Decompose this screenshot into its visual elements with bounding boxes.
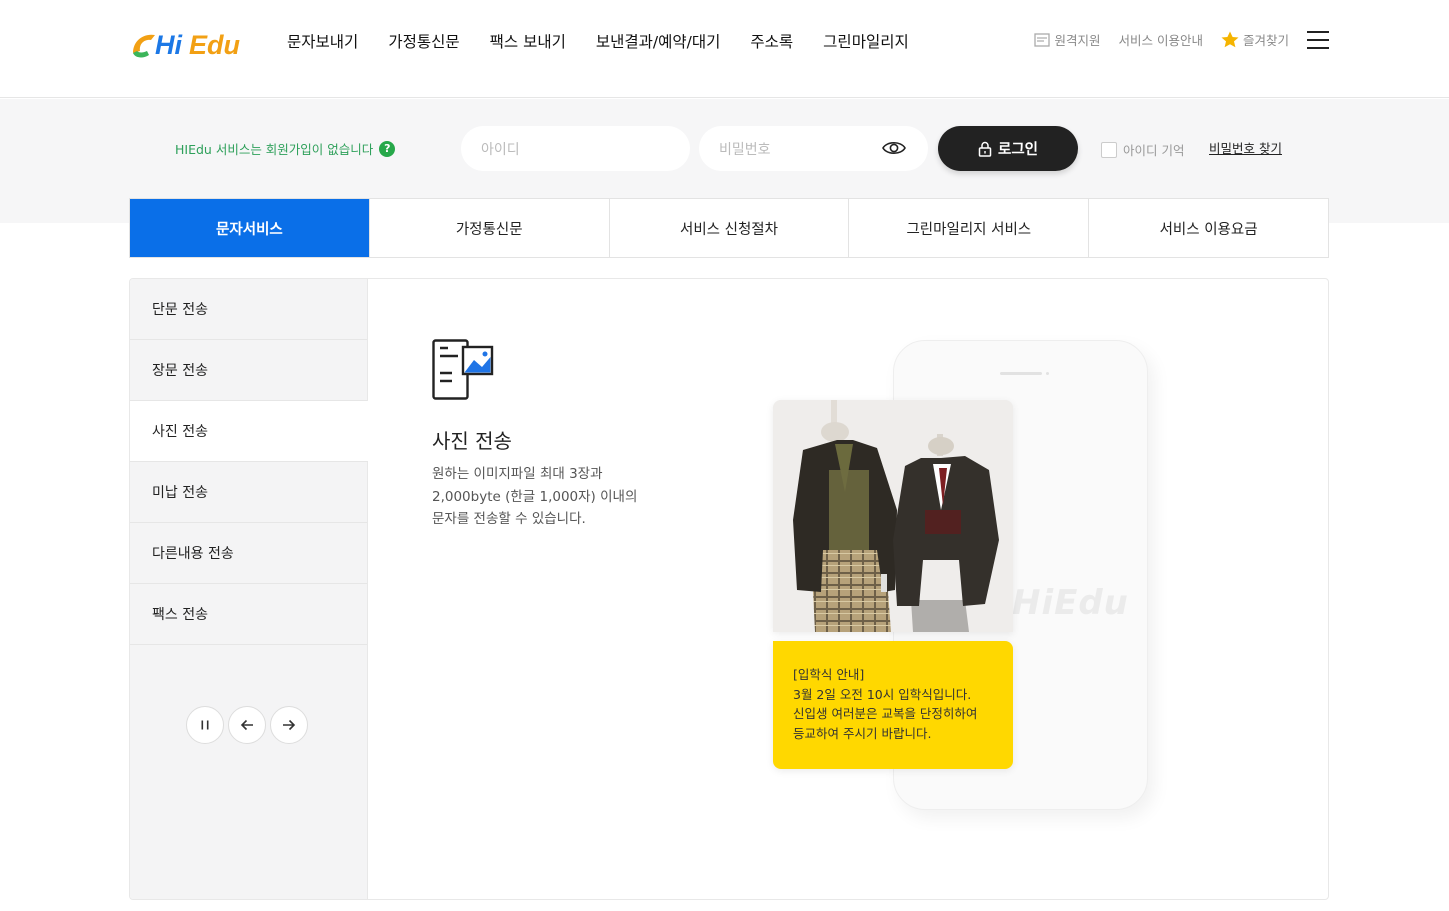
sidebar-item-individual-message[interactable]: 다른내용 전송 (130, 523, 367, 584)
service-tabs: 문자서비스 가정통신문 서비스 신청절차 그린마일리지 서비스 서비스 이용요금 (129, 198, 1329, 258)
sidebar-item-short-message[interactable]: 단문 전송 (130, 279, 367, 340)
find-password-link[interactable]: 비밀번호 찾기 (1209, 138, 1282, 157)
user-id-placeholder: 아이디 (481, 141, 520, 158)
slide-controls (186, 706, 308, 744)
monitor-icon (1034, 32, 1051, 47)
svg-text:Hi: Hi (155, 30, 182, 60)
sidebar-item-photo-message[interactable]: 사진 전송 (130, 401, 368, 462)
eye-icon[interactable] (882, 139, 906, 157)
tab-pricing[interactable]: 서비스 이용요금 (1088, 199, 1328, 257)
prev-button[interactable] (228, 706, 266, 744)
phone-speaker (1000, 372, 1042, 375)
photo-message-icon (432, 339, 494, 400)
utility-links: 원격지원 서비스 이용안내 즐겨찾기 (1016, 30, 1329, 49)
service-guide-label: 서비스 이용안내 (1118, 33, 1203, 48)
next-button[interactable] (270, 706, 308, 744)
message-line: [입학식 안내] (793, 667, 865, 682)
main-nav: 문자보내기 가정통신문 팩스 보내기 보낸결과/예약/대기 주소록 그린마일리지 (287, 30, 939, 54)
remote-support-link[interactable]: 원격지원 (1034, 30, 1101, 49)
menu-icon[interactable] (1307, 30, 1329, 49)
arrow-right-icon (283, 719, 296, 731)
service-panel: 단문 전송 장문 전송 사진 전송 미납 전송 다른내용 전송 팩스 전송 사진… (129, 278, 1329, 900)
remember-id-checkbox[interactable] (1101, 141, 1117, 158)
favorites-link[interactable]: 즐겨찾기 (1221, 30, 1289, 49)
school-uniform-illustration (773, 400, 1013, 632)
phone-camera (1046, 372, 1049, 375)
tab-home-letter[interactable]: 가정통신문 (368, 199, 609, 257)
login-button-label: 로그인 (997, 142, 1039, 158)
nav-green-mileage[interactable]: 그린마일리지 (823, 30, 909, 54)
help-icon[interactable]: ? (379, 140, 396, 157)
remember-id[interactable]: 아이디 기억 (1101, 140, 1184, 159)
message-bubble: [입학식 안내] 3월 2일 오전 10시 입학식입니다. 신입생 여러분은 교… (773, 641, 1013, 769)
password-placeholder: 비밀번호 (719, 141, 771, 158)
top-header: Hi Edu 문자보내기 가정통신문 팩스 보내기 보낸결과/예약/대기 주소록… (0, 0, 1449, 98)
nav-results[interactable]: 보낸결과/예약/대기 (596, 30, 721, 54)
svg-text:Edu: Edu (189, 30, 241, 60)
feature-desc-line: 2,000byte (한글 1,000자) 이내의 (432, 488, 638, 505)
signup-notice-text: HIEdu 서비스는 회원가입이 없습니다 (175, 142, 374, 157)
feature-description: 원하는 이미지파일 최대 3장과 2,000byte (한글 1,000자) 이… (432, 463, 692, 531)
login-button[interactable]: 로그인 (938, 126, 1078, 171)
nav-home-letter[interactable]: 가정통신문 (388, 30, 459, 54)
message-line: 등교하여 주시기 바랍니다. (793, 725, 932, 741)
service-guide-link[interactable]: 서비스 이용안내 (1119, 30, 1203, 49)
lock-icon (978, 141, 992, 157)
user-id-input[interactable]: 아이디 (461, 126, 690, 171)
message-line: 신입생 여러분은 교복을 단정히하여 (793, 706, 978, 721)
signup-notice: HIEdu 서비스는 회원가입이 없습니다 ? (175, 139, 396, 158)
sidebar-item-unpaid-message[interactable]: 미납 전송 (130, 462, 367, 523)
sidebar-item-long-message[interactable]: 장문 전송 (130, 340, 367, 401)
feature-desc-line: 문자를 전송할 수 있습니다. (432, 511, 586, 527)
arrow-left-icon (240, 719, 253, 731)
tab-green-mileage[interactable]: 그린마일리지 서비스 (848, 199, 1088, 257)
hiedu-logo[interactable]: Hi Edu (129, 27, 259, 61)
feature-desc-line: 원하는 이미지파일 최대 3장과 (432, 466, 603, 482)
phone-watermark: HiEdu (1012, 583, 1129, 623)
tab-application-process[interactable]: 서비스 신청절차 (608, 199, 849, 257)
sidebar-item-fax[interactable]: 팩스 전송 (130, 584, 367, 645)
remember-id-label: 아이디 기억 (1123, 143, 1185, 158)
password-input[interactable]: 비밀번호 (699, 126, 928, 171)
school-uniform-photo (773, 400, 1013, 632)
nav-send-message[interactable]: 문자보내기 (287, 30, 358, 54)
nav-send-fax[interactable]: 팩스 보내기 (490, 30, 566, 54)
tab-message-service[interactable]: 문자서비스 (130, 199, 369, 257)
message-line: 3월 2일 오전 10시 입학식입니다. (793, 686, 972, 702)
favorites-label: 즐겨찾기 (1242, 33, 1289, 48)
remote-support-label: 원격지원 (1054, 33, 1101, 48)
feature-title: 사진 전송 (432, 429, 512, 453)
pause-button[interactable] (186, 706, 224, 744)
pause-icon (201, 720, 209, 730)
star-icon (1221, 31, 1239, 48)
service-sidebar: 단문 전송 장문 전송 사진 전송 미납 전송 다른내용 전송 팩스 전송 (130, 279, 368, 899)
nav-address-book[interactable]: 주소록 (750, 30, 793, 54)
